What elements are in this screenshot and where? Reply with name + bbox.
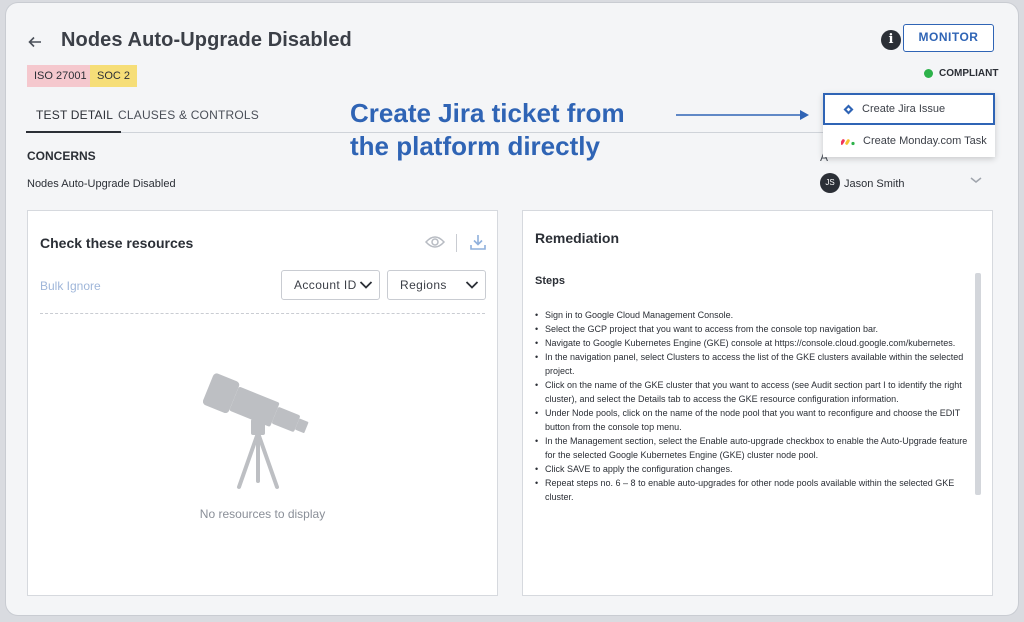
remediation-panel: Remediation Steps Sign in to Google Clou… — [522, 210, 993, 596]
status-label: COMPLIANT — [939, 68, 999, 79]
empty-state-text: No resources to display — [199, 507, 326, 521]
list-item: Click SAVE to apply the configuration ch… — [535, 462, 975, 476]
list-item: In the navigation panel, select Clusters… — [535, 350, 975, 378]
callout-line-1: Create Jira ticket from — [350, 98, 625, 128]
regions-filter-label: Regions — [400, 278, 447, 292]
resources-panel: Check these resources Bulk Ignore Accoun… — [27, 210, 498, 596]
list-item: Select the GCP project that you want to … — [535, 322, 975, 336]
app-window: Nodes Auto-Upgrade Disabled ISO 27001 SO… — [6, 3, 1018, 615]
create-monday-task-label: Create Monday.com Task — [863, 135, 987, 147]
avatar: JS — [820, 173, 840, 193]
download-icon[interactable] — [469, 233, 487, 251]
status-badge: COMPLIANT — [924, 68, 998, 79]
regions-filter[interactable]: Regions — [387, 270, 486, 300]
create-jira-issue-item[interactable]: Create Jira Issue — [823, 93, 995, 125]
list-item: Sign in to Google Cloud Management Conso… — [535, 308, 975, 322]
assignee-name[interactable]: Jason Smith — [844, 178, 905, 190]
list-item: Repeat steps no. 6 – 8 to enable auto-up… — [535, 476, 975, 504]
resources-title: Check these resources — [40, 235, 194, 251]
back-arrow-icon[interactable] — [28, 33, 42, 54]
callout-arrow-icon — [676, 110, 809, 120]
info-icon[interactable]: i — [881, 30, 901, 50]
list-item: Under Node pools, click on the name of t… — [535, 406, 975, 434]
callout-annotation: Create Jira ticket from the platform dir… — [350, 97, 625, 163]
chevron-down-icon[interactable] — [969, 175, 983, 185]
create-jira-issue-label: Create Jira Issue — [862, 103, 946, 115]
concerns-heading: CONCERNS — [27, 149, 96, 163]
monitor-button[interactable]: MONITOR — [903, 24, 994, 52]
page-title: Nodes Auto-Upgrade Disabled — [61, 29, 352, 51]
steps-list: Sign in to Google Cloud Management Conso… — [535, 308, 975, 504]
monday-icon — [841, 138, 855, 145]
jira-icon — [843, 104, 854, 114]
status-dot-icon — [924, 69, 933, 78]
create-monday-task-item[interactable]: Create Monday.com Task — [823, 129, 995, 153]
list-item: In the Management section, select the En… — [535, 434, 975, 462]
tab-clauses-controls[interactable]: CLAUSES & CONTROLS — [118, 108, 259, 122]
bulk-ignore-button[interactable]: Bulk Ignore — [40, 279, 101, 293]
remediation-title: Remediation — [535, 230, 620, 246]
concerns-value: Nodes Auto-Upgrade Disabled — [27, 178, 176, 190]
ticket-dropdown-menu: Create Jira Issue Create Monday.com Task — [823, 93, 995, 157]
telescope-icon — [203, 373, 309, 489]
badge-iso-27001: ISO 27001 — [27, 65, 94, 87]
list-item: Navigate to Google Kubernetes Engine (GK… — [535, 336, 975, 350]
eye-icon[interactable] — [425, 235, 445, 249]
tab-test-detail[interactable]: TEST DETAIL — [25, 108, 122, 133]
scrollbar[interactable] — [975, 273, 981, 495]
chevron-down-icon — [359, 281, 373, 289]
toolbar-divider — [456, 234, 457, 252]
badge-soc-2: SOC 2 — [90, 65, 138, 87]
callout-line-2: the platform directly — [350, 131, 600, 161]
account-id-filter[interactable]: Account ID — [281, 270, 380, 300]
steps-heading: Steps — [535, 275, 565, 287]
chevron-down-icon — [465, 281, 479, 289]
account-id-filter-label: Account ID — [294, 278, 357, 292]
dashed-divider — [40, 313, 485, 314]
list-item: Click on the name of the GKE cluster tha… — [535, 378, 975, 406]
